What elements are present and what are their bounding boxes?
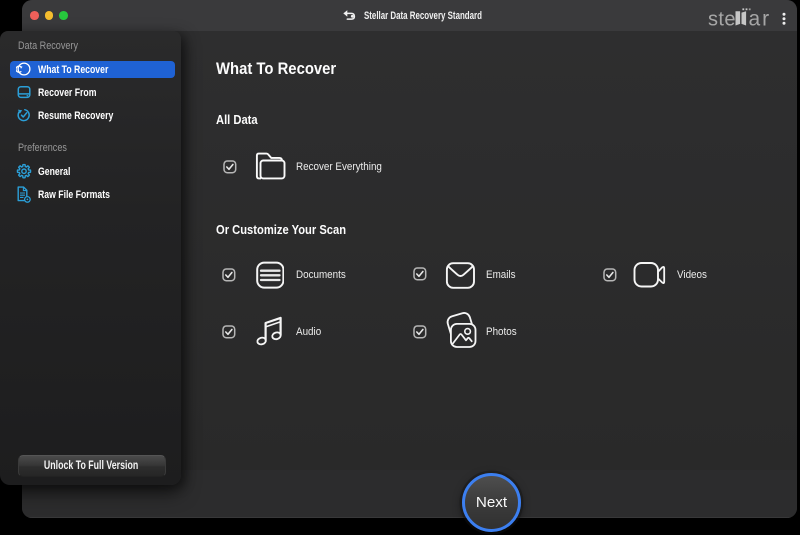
- svg-text:ar: ar: [749, 8, 772, 31]
- svg-text:ste: ste: [708, 9, 736, 31]
